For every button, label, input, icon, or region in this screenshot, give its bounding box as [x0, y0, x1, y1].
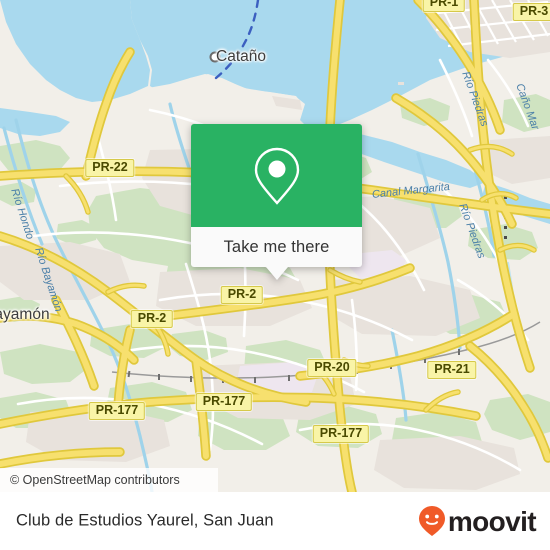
take-me-there-button[interactable]: Take me there [191, 227, 362, 267]
callout-pin-area [191, 124, 362, 227]
footer-bar: Club de Estudios Yaurel, San Juan moovit [0, 492, 550, 550]
osm-attribution-text: © OpenStreetMap contributors [10, 473, 180, 487]
moovit-wordmark: moovit [447, 506, 537, 537]
road-shield: PR-1 [422, 0, 466, 12]
moovit-logo[interactable]: moovit [417, 506, 537, 537]
road-shield: PR-177 [312, 425, 370, 443]
road-shield: PR-177 [88, 402, 146, 420]
road-shield: PR-2 [130, 310, 174, 328]
map-pin-icon [254, 147, 299, 205]
page-title: Club de Estudios Yaurel, San Juan [16, 511, 274, 530]
map-screenshot: Río Hondo Río Bayamón Canal Margarita Río P… [0, 0, 550, 550]
take-me-there-label: Take me there [223, 237, 330, 256]
road-shield: PR-3 [512, 3, 550, 21]
moovit-pin-smiley-icon [418, 506, 445, 536]
osm-attribution[interactable]: © OpenStreetMap contributors [0, 468, 218, 492]
road-shield: PR-20 [307, 359, 357, 377]
road-shield: PR-22 [85, 159, 135, 177]
callout-tail [265, 267, 288, 280]
road-shield: PR-21 [427, 361, 477, 379]
destination-callout-card[interactable]: Take me there [191, 124, 362, 280]
road-shield: PR-177 [195, 393, 253, 411]
road-shield: PR-2 [220, 286, 264, 304]
map-canvas[interactable]: Río Hondo Río Bayamón Canal Margarita Río P… [0, 0, 550, 492]
